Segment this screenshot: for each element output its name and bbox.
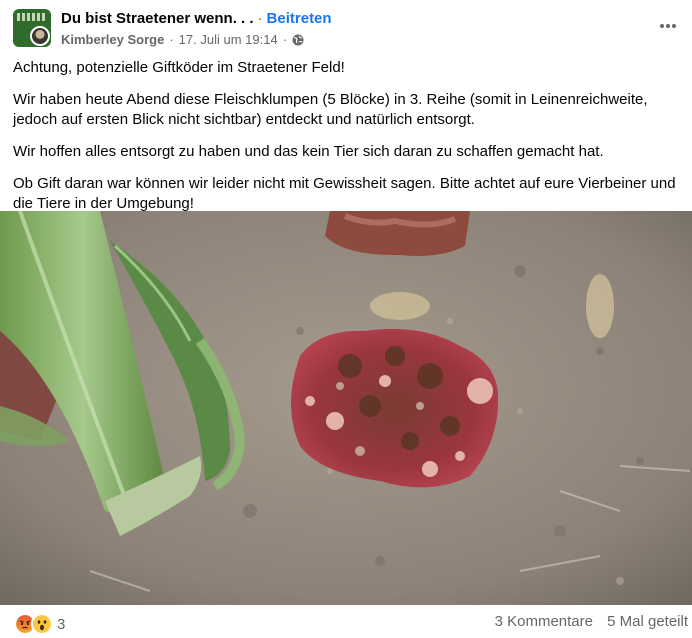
more-dots-icon	[660, 24, 676, 28]
globe-icon	[292, 34, 304, 46]
post-paragraph: Ob Gift daran war können wir leider nich…	[13, 175, 676, 212]
post-header: Du bist Straetener wenn. . . · Beitreten K…	[0, 0, 692, 56]
post-meta: Kimberley Sorge · 17. Juli um 19:14 ·	[61, 32, 304, 47]
wow-reaction-icon	[31, 613, 53, 635]
more-options-button[interactable]	[656, 14, 680, 38]
post-title-line: Du bist Straetener wenn. . . · Beitreten	[61, 10, 332, 27]
join-group-link[interactable]: Beitreten	[267, 10, 332, 27]
post-timestamp-link[interactable]: 17. Juli um 19:14	[179, 32, 278, 47]
author-avatar[interactable]	[30, 26, 50, 46]
reaction-count: 3	[57, 615, 66, 633]
post-photo[interactable]	[0, 211, 692, 605]
post-paragraph: Wir hoffen alles entsorgt zu haben und d…	[13, 143, 604, 160]
facebook-post: Du bist Straetener wenn. . . · Beitreten K…	[0, 0, 692, 638]
group-name-link[interactable]: Du bist Straetener wenn. . .	[61, 10, 254, 27]
photo-field-meat-lumps	[0, 211, 692, 605]
meta-separator: ·	[169, 32, 174, 47]
author-name-link[interactable]: Kimberley Sorge	[61, 32, 164, 47]
comments-count-link[interactable]: 3 Kommentare	[495, 613, 593, 630]
group-avatar-logo	[17, 13, 47, 21]
post-text: Achtung, potenzielle Giftköder im Straet…	[13, 58, 685, 226]
meta-separator: ·	[282, 32, 288, 47]
reactions-summary[interactable]: 3	[14, 613, 65, 635]
post-footer: 3 3 Kommentare 5 Mal geteilt	[0, 605, 692, 638]
shares-count-link[interactable]: 5 Mal geteilt	[607, 613, 688, 630]
group-avatar[interactable]	[13, 9, 51, 47]
post-paragraph: Achtung, potenzielle Giftköder im Straet…	[13, 59, 345, 76]
post-paragraph: Wir haben heute Abend diese Fleischklump…	[13, 91, 648, 128]
title-separator: ·	[257, 10, 263, 27]
